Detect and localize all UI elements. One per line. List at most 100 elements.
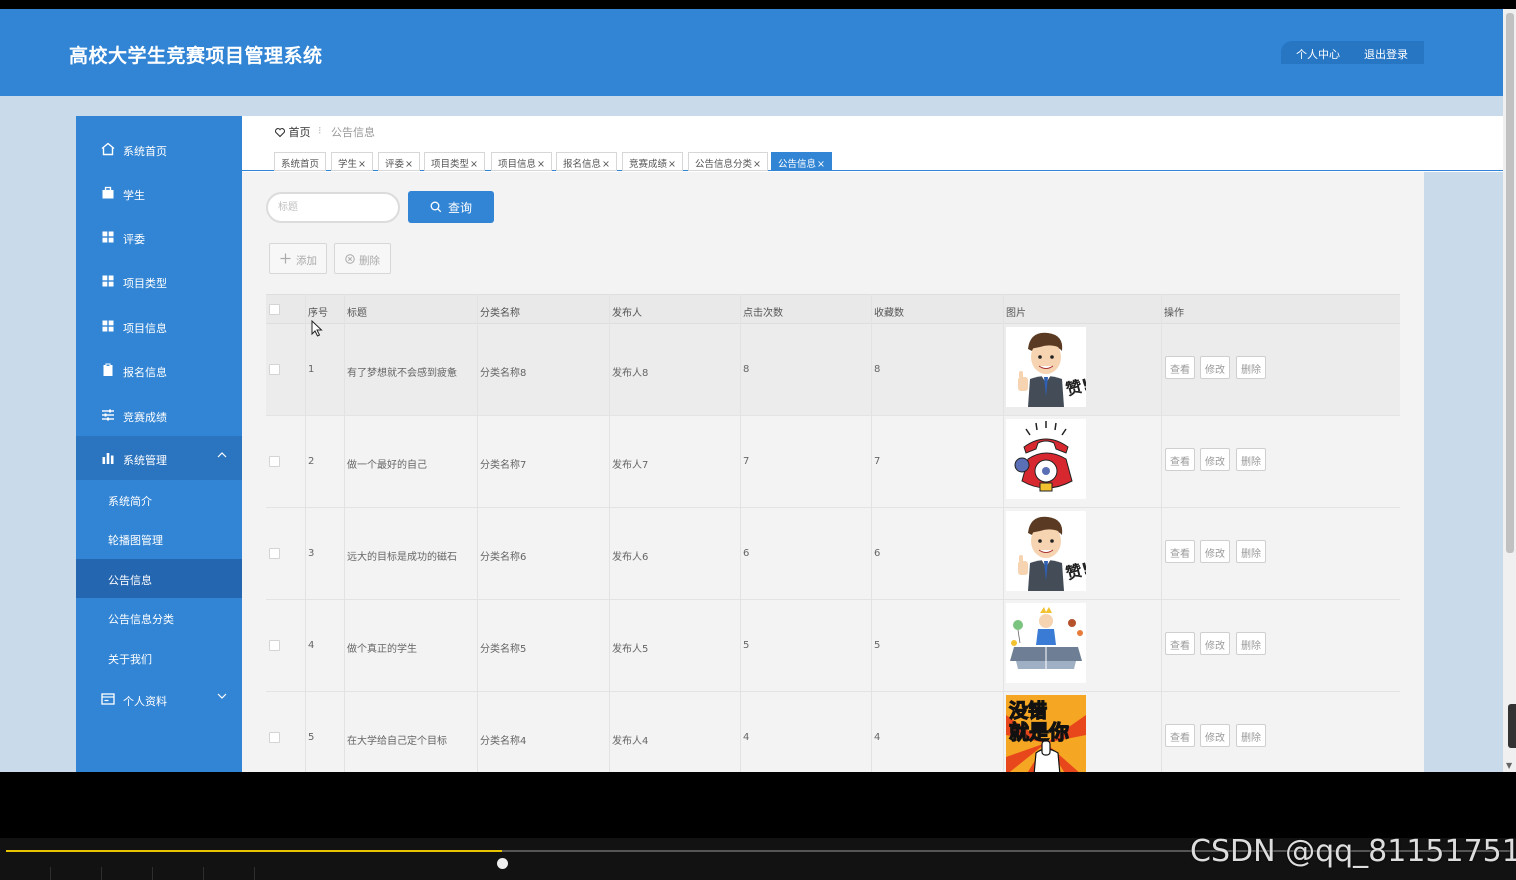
cell-clicks: 5	[743, 640, 750, 651]
tab-3[interactable]: 项目类型×	[424, 152, 485, 171]
grid-icon	[102, 320, 114, 332]
row-checkbox[interactable]	[269, 548, 280, 559]
delete-row-button[interactable]: 删除	[1236, 540, 1266, 563]
view-button[interactable]: 查看	[1165, 632, 1195, 655]
sidebar-item-7[interactable]: 系统管理	[76, 436, 242, 480]
tab-label: 项目信息	[498, 159, 537, 170]
tab-1[interactable]: 学生×	[331, 152, 373, 171]
row-checkbox[interactable]	[269, 364, 280, 375]
sidebar-subitem-0[interactable]: 系统简介	[76, 480, 242, 519]
edit-button[interactable]: 修改	[1200, 448, 1230, 471]
edit-button[interactable]: 修改	[1200, 724, 1230, 747]
sidebar-subitem-1[interactable]: 轮播图管理	[76, 519, 242, 558]
delete-row-button[interactable]: 删除	[1236, 356, 1266, 379]
sliders-icon	[102, 409, 114, 421]
delete-row-button[interactable]: 删除	[1236, 632, 1266, 655]
edit-button[interactable]: 修改	[1200, 540, 1230, 563]
add-button-label: 添加	[296, 255, 317, 267]
delete-button[interactable]: 删除	[334, 243, 391, 274]
edit-button[interactable]: 修改	[1200, 356, 1230, 379]
tab-close-icon[interactable]: ×	[470, 159, 478, 170]
cell-category: 分类名称6	[480, 552, 527, 563]
tab-2[interactable]: 评委×	[378, 152, 420, 171]
sidebar-item-8[interactable]: 个人资料	[76, 677, 242, 721]
cell-clicks: 8	[743, 364, 750, 375]
tab-5[interactable]: 报名信息×	[556, 152, 617, 171]
sidebar-subitem-4[interactable]: 关于我们	[76, 638, 242, 677]
personal-center-link[interactable]: 个人中心	[1296, 46, 1340, 62]
sidebar-item-5[interactable]: 报名信息	[76, 348, 242, 392]
view-button[interactable]: 查看	[1165, 356, 1195, 379]
page-scrollbar[interactable]: ▼	[1503, 9, 1516, 772]
search-button[interactable]: 查询	[408, 191, 494, 223]
view-button[interactable]: 查看	[1165, 448, 1195, 471]
table-row[interactable]: 4 做个真正的学生 分类名称5 发布人5 5 5 查看 修改 删除	[266, 600, 1400, 692]
tab-label: 学生	[338, 159, 358, 170]
progress-played	[6, 850, 503, 852]
sidebar-subitem-label: 公告信息分类	[108, 613, 174, 626]
grid-icon	[102, 275, 114, 287]
sidebar-item-label: 系统首页	[123, 145, 167, 158]
edit-button[interactable]: 修改	[1200, 632, 1230, 655]
sidebar-subitem-label: 轮播图管理	[108, 534, 163, 547]
tab-8[interactable]: 公告信息×	[771, 152, 832, 171]
tab-close-icon[interactable]: ×	[817, 159, 825, 170]
sidebar-item-4[interactable]: 项目信息	[76, 304, 242, 348]
table-row[interactable]: 1 有了梦想就不会感到疲惫 分类名称8 发布人8 8 8 赞! 查看 修改 删除	[266, 324, 1400, 416]
select-all-checkbox[interactable]	[269, 304, 280, 315]
sidebar-item-3[interactable]: 项目类型	[76, 259, 242, 303]
thumbs-up-man-sticker: 赞!	[1006, 511, 1086, 591]
column-header-image: 图片	[1006, 308, 1026, 319]
breadcrumb-current: 公告信息	[331, 126, 375, 139]
tab-close-icon[interactable]: ×	[537, 159, 545, 170]
table-row[interactable]: 5 在大学给自己定个目标 分类名称4 发布人4 4 4 没错 就是你 查看 修改 删除	[266, 692, 1400, 772]
row-checkbox[interactable]	[269, 732, 280, 743]
cell-publisher: 发布人7	[612, 460, 649, 471]
progress-knob[interactable]	[497, 858, 509, 869]
sidebar-subitem-2[interactable]: 公告信息	[76, 559, 242, 598]
view-button[interactable]: 查看	[1165, 540, 1195, 563]
tab-0[interactable]: 系统首页	[274, 152, 327, 171]
view-button[interactable]: 查看	[1165, 724, 1195, 747]
sticker-text-line1: 没错	[1009, 699, 1047, 722]
sidebar-subitem-3[interactable]: 公告信息分类	[76, 598, 242, 637]
logout-link[interactable]: 退出登录	[1364, 46, 1408, 62]
row-checkbox[interactable]	[269, 456, 280, 467]
column-header-clicks: 点击次数	[743, 308, 783, 319]
chevron-up-icon	[217, 452, 227, 458]
sidebar-item-2[interactable]: 评委	[76, 215, 242, 259]
sidebar-item-1[interactable]: 学生	[76, 171, 242, 215]
thumbs-up-man-sticker: 赞!	[1006, 327, 1086, 407]
delete-row-button[interactable]: 删除	[1236, 724, 1266, 747]
column-header-actions: 操作	[1164, 308, 1184, 319]
user-menu: 个人中心 退出登录	[1281, 41, 1424, 64]
add-button[interactable]: 添加	[269, 243, 327, 274]
delete-row-button[interactable]: 删除	[1236, 448, 1266, 471]
tab-4[interactable]: 项目信息×	[491, 152, 552, 171]
tab-label: 项目类型	[431, 159, 470, 170]
tab-6[interactable]: 竞赛成绩×	[622, 152, 683, 171]
scrollbar-thumb[interactable]	[1506, 13, 1514, 553]
chevron-down-icon	[217, 693, 227, 699]
cell-publisher: 发布人8	[612, 368, 649, 379]
sidebar-item-label: 项目类型	[123, 277, 167, 290]
breadcrumb-home[interactable]: 首页	[274, 124, 311, 140]
scroll-down-arrow-icon[interactable]: ▼	[1506, 761, 1512, 770]
sidebar-item-label: 项目信息	[123, 322, 167, 335]
table-row[interactable]: 3 远大的目标是成功的磁石 分类名称6 发布人6 6 6 赞! 查看 修改 删除	[266, 508, 1400, 600]
tab-7[interactable]: 公告信息分类×	[688, 152, 768, 171]
tab-close-icon[interactable]: ×	[668, 159, 676, 170]
column-header-category: 分类名称	[480, 308, 520, 319]
table-row[interactable]: 2 做一个最好的自己 分类名称7 发布人7 7 7 查看 修改 删除	[266, 416, 1400, 508]
sidebar-item-0[interactable]: 系统首页	[76, 127, 242, 171]
title-search-input[interactable]	[266, 192, 400, 223]
tab-close-icon[interactable]: ×	[753, 159, 761, 170]
content-right-margin	[1424, 172, 1503, 772]
tab-close-icon[interactable]: ×	[358, 159, 366, 170]
tab-close-icon[interactable]: ×	[405, 159, 413, 170]
side-panel-handle[interactable]	[1508, 704, 1516, 748]
column-divider	[477, 294, 478, 772]
sidebar-item-6[interactable]: 竞赛成绩	[76, 393, 242, 437]
tab-close-icon[interactable]: ×	[602, 159, 610, 170]
row-checkbox[interactable]	[269, 640, 280, 651]
